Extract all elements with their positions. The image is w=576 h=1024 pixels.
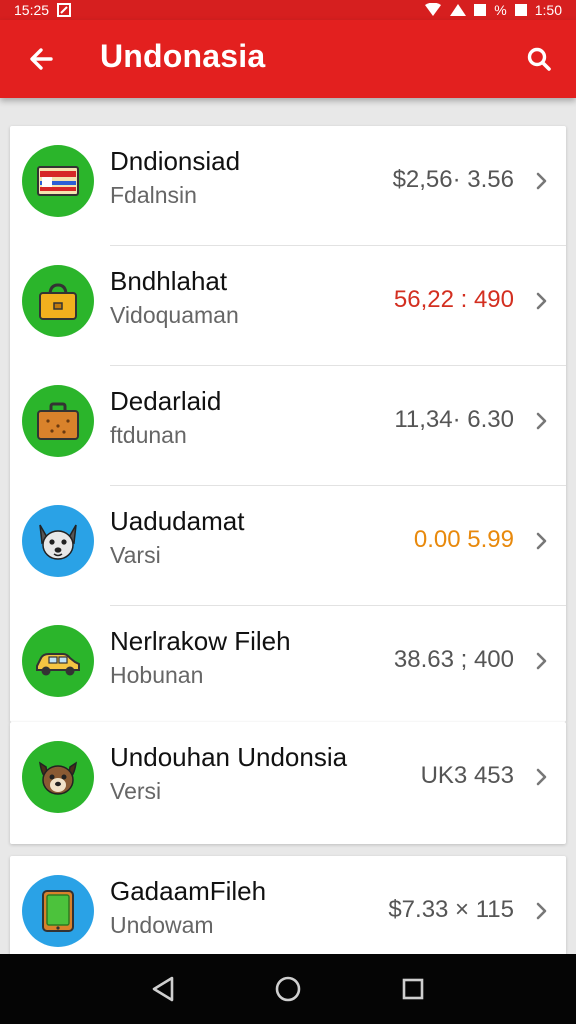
chevron-right-icon [536, 172, 547, 190]
sim-icon [474, 4, 487, 16]
item-name: Bndhlahat [110, 266, 228, 296]
app-bar: Undonasia [0, 20, 576, 98]
item-amount: 11,34· 6.30 [394, 406, 514, 433]
item-amount: 38.63 ; 400 [393, 646, 514, 673]
status-bar: 15:25 % 1:50 [0, 0, 576, 20]
chevron-right-icon [536, 412, 547, 430]
search-icon [527, 47, 551, 71]
item-amount: 0.00 5.99 [413, 526, 514, 553]
list-card: Dndionsiad Fdalnsin $2,56· 3.56 Bndhlaha… [10, 126, 566, 722]
status-time-right: 1:50 [534, 2, 562, 18]
item-amount: $7.33 × 115 [388, 896, 514, 923]
item-name: Undouhan Undonsia [110, 742, 348, 772]
flag-icon [22, 145, 94, 217]
signal-icon [450, 4, 467, 16]
back-button[interactable] [24, 42, 58, 76]
battery-icon [514, 4, 527, 16]
item-subtitle: Versi [110, 778, 162, 804]
list-item[interactable]: Nerlrakow Fileh Hobunan 38.63 ; 400 [10, 606, 566, 726]
car-icon [22, 625, 94, 697]
item-name: Dndionsiad [110, 146, 241, 176]
item-amount: $2,56· 3.56 [392, 166, 514, 193]
list-card: Undouhan Undonsia Versi UK3 453 [10, 722, 566, 844]
item-amount: 56,22 : 490 [393, 286, 514, 313]
chevron-right-icon [536, 902, 547, 920]
chevron-right-icon [536, 652, 547, 670]
item-subtitle: Fdalnsin [110, 182, 197, 208]
list-item[interactable]: Dndionsiad Fdalnsin $2,56· 3.56 [10, 126, 566, 246]
nav-back-button[interactable] [143, 969, 183, 1009]
item-name: Uadudamat [110, 506, 245, 536]
chevron-right-icon [536, 292, 547, 310]
handbag-icon [22, 265, 94, 337]
tablet-icon [22, 875, 94, 947]
list-item[interactable]: Undouhan Undonsia Versi UK3 453 [10, 722, 566, 842]
page-title: Undonasia [100, 38, 266, 74]
dog-icon [22, 505, 94, 577]
item-subtitle: Hobunan [110, 662, 204, 688]
nav-recents-icon [403, 978, 424, 1000]
search-button[interactable] [522, 42, 556, 76]
arrow-left-icon [30, 48, 53, 70]
chevron-right-icon [536, 768, 547, 786]
item-subtitle: Varsi [110, 542, 161, 568]
suitcase-icon [22, 385, 94, 457]
wifi-icon [425, 3, 442, 16]
nav-back-icon [152, 976, 173, 1002]
list-card: GadaamFileh Undowam $7.33 × 115 [10, 856, 566, 954]
item-subtitle: ftdunan [110, 422, 187, 448]
nav-home-button[interactable] [268, 969, 308, 1009]
list-item[interactable]: GadaamFileh Undowam $7.33 × 115 [10, 856, 566, 954]
battery-percent: % [494, 2, 507, 18]
transaction-list: Dndionsiad Fdalnsin $2,56· 3.56 Bndhlaha… [0, 98, 576, 954]
list-item[interactable]: Dedarlaid ftdunan 11,34· 6.30 [10, 366, 566, 486]
status-time-left: 15:25 [14, 2, 50, 18]
item-name: GadaamFileh [110, 876, 267, 906]
system-nav-bar [0, 954, 576, 1024]
item-subtitle: Vidoquaman [110, 302, 239, 328]
nav-home-icon [275, 976, 301, 1002]
chevron-right-icon [536, 532, 547, 550]
list-item[interactable]: Uadudamat Varsi 0.00 5.99 [10, 486, 566, 606]
dog-icon [22, 741, 94, 813]
item-amount: UK3 453 [420, 762, 514, 789]
item-name: Dedarlaid [110, 386, 222, 416]
list-item[interactable]: Bndhlahat Vidoquaman 56,22 : 490 [10, 246, 566, 366]
nav-recents-button[interactable] [393, 969, 433, 1009]
item-name: Nerlrakow Fileh [110, 626, 291, 656]
item-subtitle: Undowam [110, 912, 214, 938]
notification-icon [57, 3, 72, 17]
